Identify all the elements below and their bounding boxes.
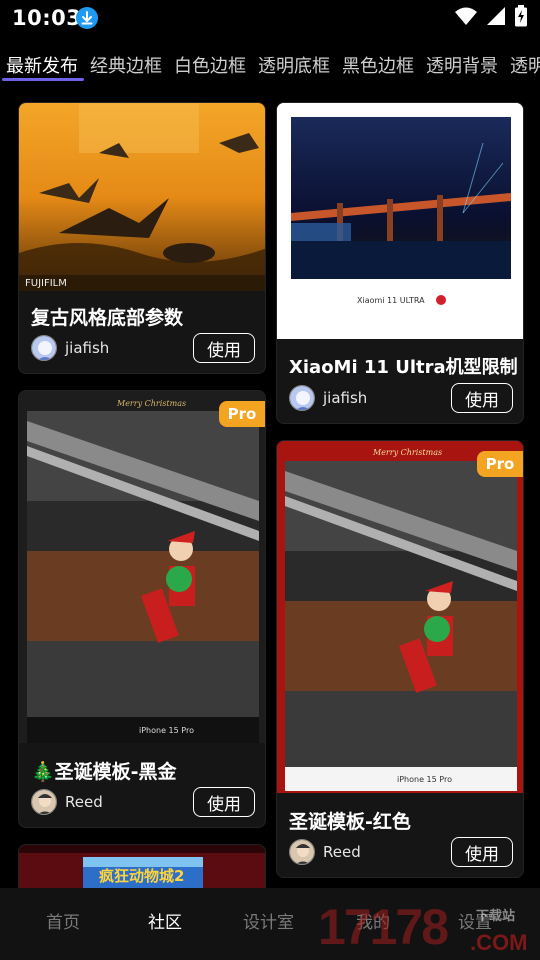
author-name: Reed [65,793,103,811]
template-thumbnail: Xiaomi 11 ULTRA [277,103,523,339]
photo-caption: Merry Christmas [372,448,442,457]
pro-badge: Pro [219,401,265,427]
bottom-nav: 首页 社区 设计室 我的 设置 [0,888,540,960]
author[interactable]: jiafish [31,335,109,361]
tab-transparent-more[interactable]: 透明 [510,52,540,78]
card-title: 圣诞模板-红色 [289,811,411,833]
card-title: XiaoMi 11 Ultra机型限制 [289,357,518,378]
download-icon [76,7,98,29]
card-title: 复古风格底部参数 [31,307,184,329]
tab-classic-border[interactable]: 经典边框 [90,52,162,78]
use-button[interactable]: 使用 [193,333,255,363]
status-bar: 10:03 [0,0,540,38]
wifi-icon [454,6,478,30]
watermark-sub: 下载站 [476,909,516,924]
avatar [31,335,57,361]
template-thumbnail: FUJIFILM [19,103,265,291]
author[interactable]: Reed [289,839,361,865]
avatar [31,789,57,815]
author-name: jiafish [323,389,368,407]
author[interactable]: jiafish [289,385,367,411]
photo-caption: FUJIFILM [25,278,67,289]
nav-home[interactable]: 首页 [46,908,80,933]
card-title: 🎄圣诞模板-黑金 [31,761,177,783]
photo-caption: Merry Christmas [116,399,186,408]
template-card[interactable]: Merry Christmas iPhone 15 Pro Pro 🎄圣诞模板-… [18,390,266,828]
device-label: iPhone 15 Pro [139,726,194,735]
avatar [289,839,315,865]
battery-charging-icon [514,5,528,31]
template-thumbnail: 疯狂动物城2 [19,845,265,888]
active-tab-indicator [2,78,84,81]
template-card[interactable]: FUJIFILM 复古风格底部参数 jiafish 使用 [18,102,266,374]
template-card[interactable]: 疯狂动物城2 [18,844,266,888]
author[interactable]: Reed [31,789,103,815]
watermark-logo: 17178 [318,899,449,955]
tab-transparent-bottom[interactable]: 透明底框 [258,52,330,78]
tab-latest[interactable]: 最新发布 [6,52,78,78]
device-label: iPhone 15 Pro [397,775,452,784]
nav-design-studio[interactable]: 设计室 [243,908,294,933]
tab-white-border[interactable]: 白色边框 [174,52,246,78]
template-card[interactable]: Xiaomi 11 ULTRA XiaoMi 11 Ultra机型限制 jiaf… [276,102,524,424]
photo-caption: Xiaomi 11 ULTRA [357,296,425,305]
template-thumbnail: Merry Christmas iPhone 15 Pro [277,441,523,793]
nav-community[interactable]: 社区 [148,908,182,933]
use-button[interactable]: 使用 [451,837,513,867]
signal-icon [486,6,506,30]
template-card[interactable]: Merry Christmas iPhone 15 Pro Pro 圣诞模板-红… [276,440,524,878]
use-button[interactable]: 使用 [451,383,513,413]
tab-black-border[interactable]: 黑色边框 [342,52,414,78]
template-thumbnail: Merry Christmas iPhone 15 Pro [19,391,265,743]
avatar [289,385,315,411]
author-name: Reed [323,843,361,861]
clock: 10:03 [12,6,82,30]
author-name: jiafish [65,339,110,357]
use-button[interactable]: 使用 [193,787,255,817]
tab-transparent-bg[interactable]: 透明背景 [426,52,498,78]
watermark-domain: .COM [470,930,528,955]
photo-caption: 疯狂动物城2 [99,867,184,885]
pro-badge: Pro [477,451,523,477]
